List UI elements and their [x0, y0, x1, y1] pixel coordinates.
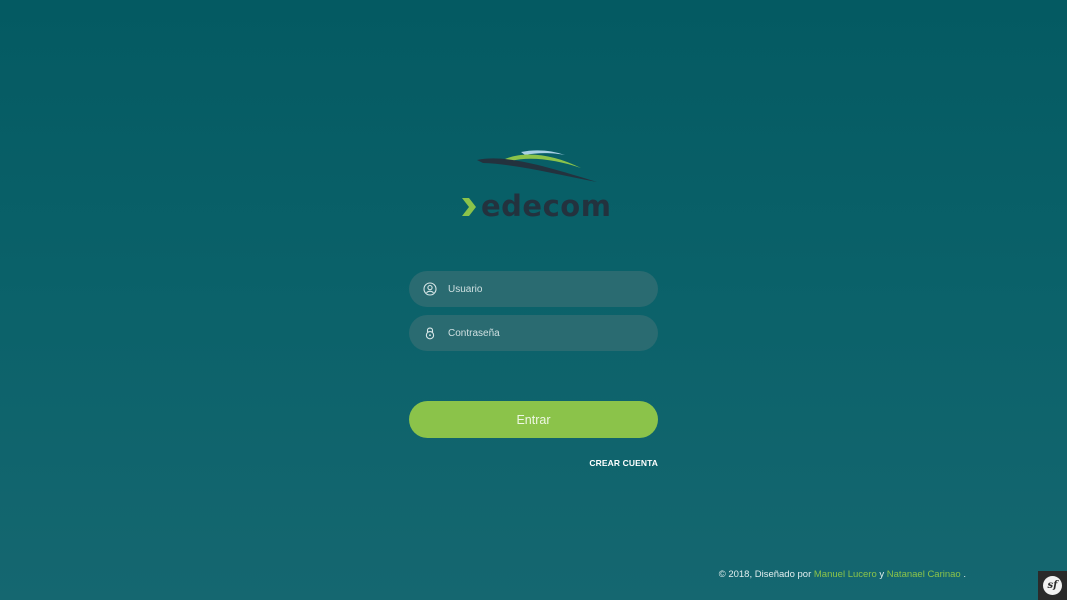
- footer-prefix: © 2018, Diseñado por: [718, 569, 814, 580]
- footer-connector: y: [879, 569, 887, 580]
- logo-waves-icon: [477, 150, 597, 182]
- footer-credits: © 2018, Diseñado por Manuel Lucero y Nat…: [719, 569, 966, 580]
- edecom-logo: edecom: [461, 146, 611, 224]
- username-field[interactable]: [409, 271, 658, 307]
- create-account-link[interactable]: CREAR CUENTA: [589, 458, 658, 468]
- login-button[interactable]: Entrar: [409, 401, 658, 438]
- logo-text: edecom: [481, 189, 612, 223]
- symfony-icon: sf: [1043, 576, 1062, 595]
- chevron-right-icon: [462, 197, 476, 216]
- logo-wordmark: edecom: [461, 192, 611, 221]
- author-link-manuel-lucero[interactable]: Manuel Lucero: [814, 569, 877, 580]
- symfony-toolbar-toggle[interactable]: sf: [1038, 571, 1067, 600]
- footer-suffix: .: [963, 569, 966, 580]
- author-link-natanael-carinao[interactable]: Natanael Carinao: [887, 569, 961, 580]
- password-input[interactable]: [448, 327, 648, 339]
- password-field[interactable]: [409, 315, 658, 351]
- username-input[interactable]: [448, 283, 648, 295]
- lock-icon: [425, 327, 435, 340]
- user-circle-icon: [423, 282, 437, 296]
